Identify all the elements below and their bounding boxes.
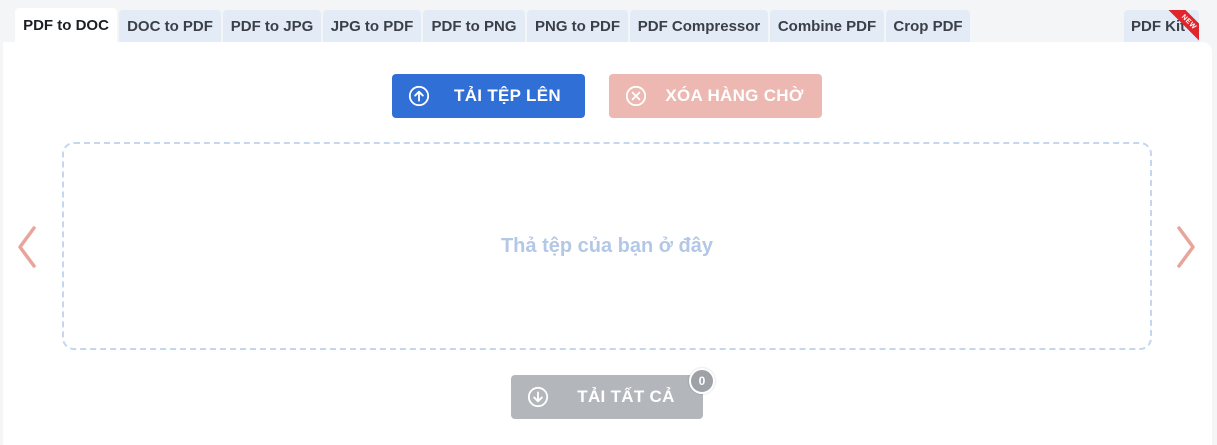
tab-label: PDF to PNG [431, 17, 517, 35]
download-all-button[interactable]: TẢI TẤT CẢ [511, 375, 703, 419]
chevron-right-icon[interactable] [1173, 224, 1199, 270]
tab-crop-pdf[interactable]: Crop PDF [886, 10, 970, 42]
file-count-badge: 0 [689, 368, 715, 394]
tab-pdf-compressor[interactable]: PDF Compressor [630, 10, 768, 42]
tab-label: PNG to PDF [535, 17, 620, 35]
tab-jpg-to-pdf[interactable]: JPG to PDF [323, 10, 421, 42]
tab-label: PDF Kit [1131, 17, 1186, 35]
tab-doc-to-pdf[interactable]: DOC to PDF [119, 10, 221, 42]
tab-pdf-to-jpg[interactable]: PDF to JPG [223, 10, 321, 42]
clear-queue-button[interactable]: XÓA HÀNG CHỜ [609, 74, 822, 118]
tab-label: PDF Compressor [637, 17, 761, 35]
tool-tabs: PDF to DOC DOC to PDF PDF to JPG JPG to … [0, 0, 1217, 42]
chevron-left-icon[interactable] [14, 224, 40, 270]
tab-label: PDF to DOC [23, 16, 109, 34]
file-dropzone[interactable]: Thả tệp của bạn ở đây [62, 142, 1152, 350]
upload-files-label: TẢI TỆP LÊN [454, 86, 561, 105]
tab-pdf-to-png[interactable]: PDF to PNG [423, 10, 525, 42]
dropzone-text: Thả tệp của bạn ở đây [500, 234, 714, 257]
tab-label: PDF to JPG [230, 17, 314, 35]
tab-pdf-to-doc[interactable]: PDF to DOC [15, 8, 117, 42]
converter-panel: TẢI TỆP LÊN XÓA HÀNG CHỜ Thả tệp của bạn… [3, 42, 1212, 445]
tab-label: Crop PDF [893, 17, 963, 35]
upload-files-button[interactable]: TẢI TỆP LÊN [392, 74, 585, 118]
tab-png-to-pdf[interactable]: PNG to PDF [527, 10, 628, 42]
tab-label: Combine PDF [777, 17, 877, 35]
download-all-label: TẢI TẤT CẢ [577, 387, 675, 406]
tab-combine-pdf[interactable]: Combine PDF [770, 10, 884, 42]
tab-pdf-kit[interactable]: PDF Kit NEW [1124, 10, 1199, 42]
clear-queue-label: XÓA HÀNG CHỜ [665, 86, 804, 105]
tab-label: DOC to PDF [127, 17, 213, 35]
tab-label: JPG to PDF [330, 17, 414, 35]
